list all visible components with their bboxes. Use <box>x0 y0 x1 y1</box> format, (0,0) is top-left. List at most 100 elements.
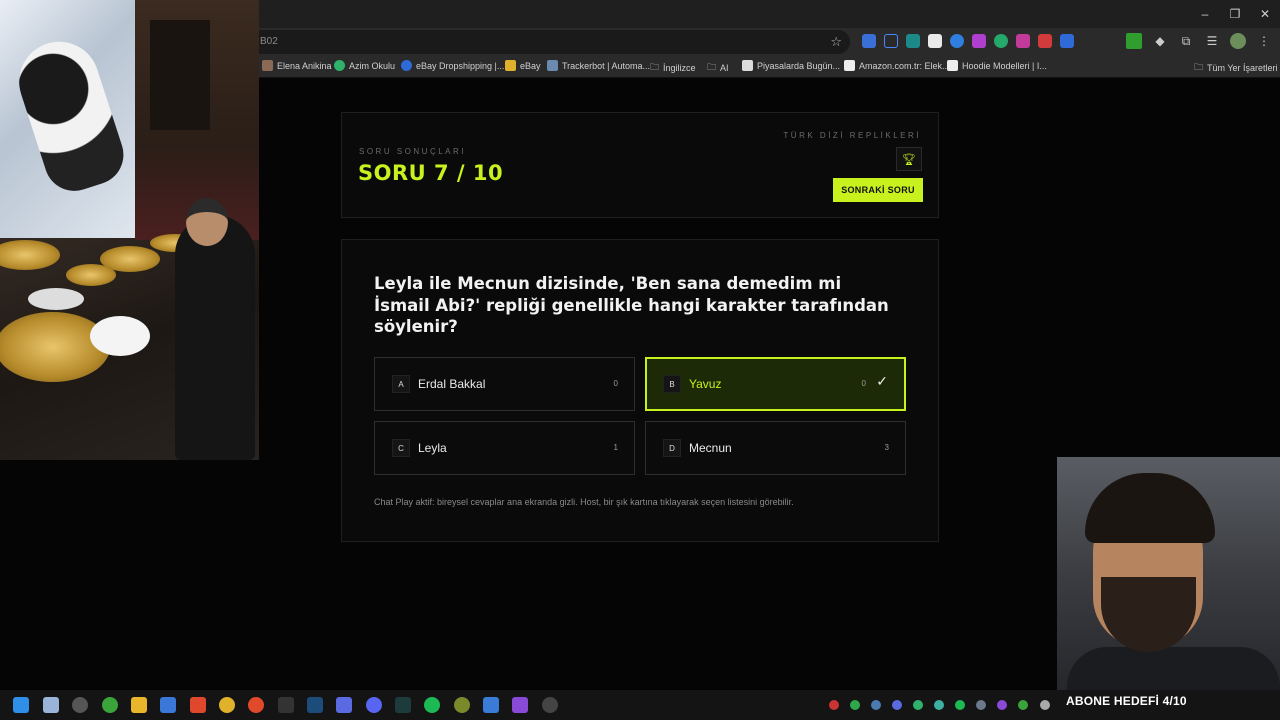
restore-button[interactable]: ❐ <box>1220 0 1250 28</box>
app-icon[interactable] <box>454 697 470 713</box>
section-kicker: SORU SONUÇLARI <box>359 147 467 156</box>
epic-games-icon[interactable] <box>278 697 294 713</box>
tray-icon[interactable] <box>913 700 923 710</box>
bookmark-item[interactable]: Hoodie Modelleri | I... <box>947 60 1047 71</box>
tray-icon[interactable] <box>976 700 986 710</box>
windows-start-icon[interactable] <box>13 697 29 713</box>
bookmark-label: Trackerbot | Automa... <box>562 60 651 71</box>
reading-list-icon[interactable]: ☰ <box>1204 33 1220 49</box>
chat-play-note: Chat Play aktif: bireysel cevaplar ana e… <box>374 497 794 507</box>
extension-icon[interactable] <box>950 34 964 48</box>
extension-icon[interactable] <box>994 34 1008 48</box>
address-url[interactable]: B02 <box>260 36 278 47</box>
bookmark-star-icon[interactable]: ☆ <box>830 34 842 50</box>
bookmark-label: Hoodie Modelleri | I... <box>962 60 1047 71</box>
tray-icon[interactable] <box>871 700 881 710</box>
extension-icon[interactable] <box>972 34 986 48</box>
app-icon[interactable] <box>395 697 411 713</box>
puzzle-icon[interactable]: ⧉ <box>1178 33 1194 49</box>
trophy-icon[interactable]: 🏆︎ <box>896 147 922 171</box>
extension-icon[interactable] <box>906 34 920 48</box>
bookmark-folder[interactable]: 🗀 İngilizce <box>650 60 696 76</box>
app-icon[interactable] <box>72 697 88 713</box>
tray-icon[interactable] <box>934 700 944 710</box>
facebook-icon <box>401 60 412 71</box>
steam-icon[interactable] <box>307 697 323 713</box>
diamond-icon[interactable]: ◆ <box>1152 33 1168 49</box>
option-label: Mecnun <box>689 441 732 455</box>
app-icon[interactable] <box>483 697 499 713</box>
profile-avatar[interactable] <box>1230 33 1246 49</box>
bookmark-label: AI <box>720 63 729 73</box>
option-letter: D <box>663 439 681 457</box>
tray-icon[interactable] <box>1018 700 1028 710</box>
option-d[interactable]: D Mecnun 3 <box>645 421 906 475</box>
tray-icon[interactable] <box>850 700 860 710</box>
menu-icon[interactable]: ⋮ <box>1256 33 1272 49</box>
option-c[interactable]: C Leyla 1 <box>374 421 635 475</box>
chrome-icon[interactable] <box>219 697 235 713</box>
dog-video-overlay <box>0 0 135 238</box>
tray-icon[interactable] <box>955 700 965 710</box>
bookmark-label: Tüm Yer İşaretleri <box>1207 63 1278 73</box>
bookmark-item[interactable]: Elena Anikina <box>262 60 332 71</box>
option-vote-count: 0 <box>861 379 866 388</box>
bookmark-item[interactable]: Azim Okulu <box>334 60 395 71</box>
extension-icon[interactable] <box>928 34 942 48</box>
bookmark-favicon-icon <box>334 60 345 71</box>
file-explorer-icon[interactable] <box>131 697 147 713</box>
bookmark-item[interactable]: eBay Dropshipping |... <box>401 60 504 71</box>
spotify-icon[interactable] <box>424 697 440 713</box>
bookmark-item[interactable]: Trackerbot | Automa... <box>547 60 650 71</box>
tray-icon[interactable] <box>1040 700 1050 710</box>
extension-icon[interactable] <box>1016 34 1030 48</box>
option-vote-count: 0 <box>613 379 618 388</box>
bookmark-label: eBay Dropshipping |... <box>416 60 505 71</box>
bookmark-item[interactable]: eBay <box>505 60 541 71</box>
results-header-card: SORU SONUÇLARI SORU 7 / 10 TÜRK DİZİ REP… <box>341 112 939 218</box>
drummer-webcam-overlay <box>0 0 259 460</box>
dog-figure <box>8 31 132 199</box>
translate-extension-icon[interactable] <box>862 34 876 48</box>
close-button[interactable]: ✕ <box>1250 0 1280 28</box>
brave-icon[interactable] <box>190 697 206 713</box>
folder-icon: 🗀 <box>650 62 660 72</box>
option-a[interactable]: A Erdal Bakkal 0 <box>374 357 635 411</box>
xbox-icon[interactable] <box>102 697 118 713</box>
option-vote-count: 3 <box>884 443 889 452</box>
bookmark-favicon-icon <box>947 60 958 71</box>
extension-icon[interactable] <box>1038 34 1052 48</box>
all-bookmarks-folder[interactable]: 🗀 Tüm Yer İşaretleri <box>1194 60 1278 76</box>
cymbal <box>0 240 60 270</box>
option-vote-count: 1 <box>613 443 618 452</box>
option-label: Yavuz <box>689 377 722 391</box>
extension-icon[interactable] <box>1126 33 1142 49</box>
quiz-category: TÜRK DİZİ REPLİKLERİ <box>783 131 921 140</box>
extension-icon[interactable] <box>1060 34 1074 48</box>
option-b-correct[interactable]: B Yavuz 0 ✓ <box>645 357 906 411</box>
option-letter: B <box>663 375 681 393</box>
tray-icon[interactable] <box>997 700 1007 710</box>
discord-icon[interactable] <box>366 697 382 713</box>
bookmark-item[interactable]: Piyasalarda Bugün... <box>742 60 840 71</box>
audio-extension-icon[interactable] <box>884 34 898 48</box>
folder-icon: 🗀 <box>1194 62 1204 72</box>
app-icon[interactable] <box>512 697 528 713</box>
bookmark-item[interactable]: Amazon.com.tr: Elek... <box>844 60 950 71</box>
next-question-button[interactable]: SONRAKİ SORU <box>833 178 923 202</box>
obs-icon[interactable] <box>542 697 558 713</box>
app-icon[interactable] <box>248 697 264 713</box>
tray-icon[interactable] <box>829 700 839 710</box>
task-view-icon[interactable] <box>43 697 59 713</box>
question-card: Leyla ile Mecnun dizisinde, 'Ben sana de… <box>341 239 939 542</box>
toolbar-right: ◆ ⧉ ☰ ⋮ <box>1126 33 1272 49</box>
bookmark-folder[interactable]: 🗀 AI <box>707 60 729 76</box>
bookmark-favicon-icon <box>262 60 273 71</box>
app-icon[interactable] <box>336 697 352 713</box>
address-bar[interactable]: B02 ☆ <box>258 30 850 54</box>
store-icon[interactable] <box>160 697 176 713</box>
minimize-button[interactable]: – <box>1190 0 1220 28</box>
bookmark-label: Azim Okulu <box>349 60 396 71</box>
tray-icon[interactable] <box>892 700 902 710</box>
drummer-head <box>186 198 228 246</box>
